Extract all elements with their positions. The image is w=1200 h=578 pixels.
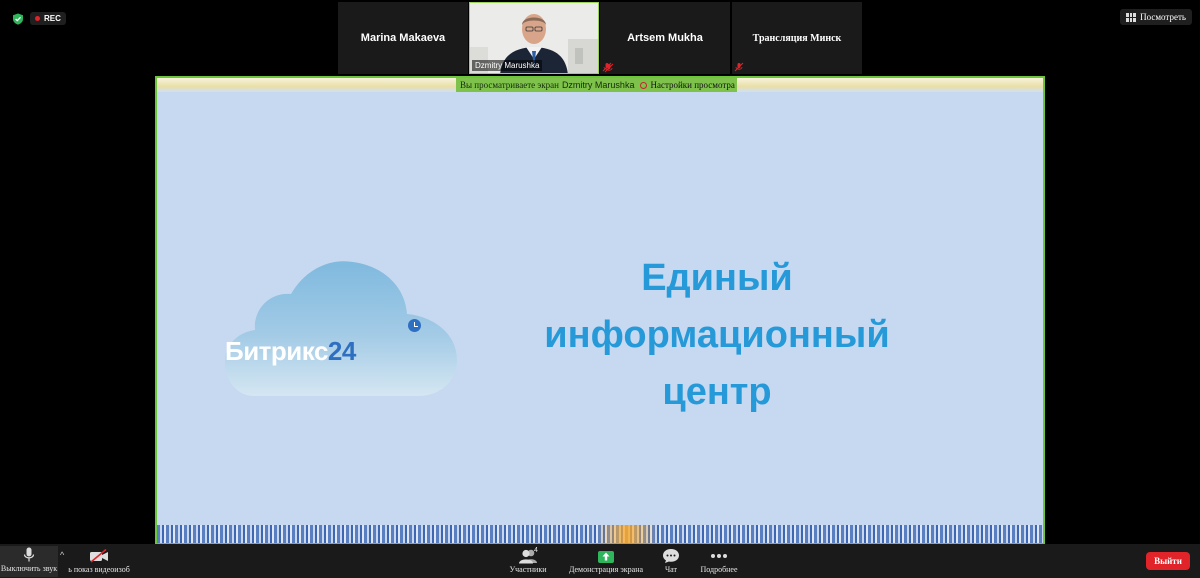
recording-badge[interactable]: REC <box>30 12 66 25</box>
meeting-status: REC <box>12 12 66 25</box>
record-dot-icon <box>35 16 40 21</box>
grid-view-icon <box>1126 12 1137 22</box>
more-button[interactable]: Подробнее <box>698 547 740 574</box>
share-screen-icon <box>598 551 614 563</box>
logo-word: Битрикс <box>225 336 328 366</box>
chat-label: Чат <box>664 565 678 574</box>
view-options-button[interactable]: Настройки просмотра <box>638 78 737 92</box>
bitrix24-logo-text: Битрикс24 <box>225 336 356 367</box>
participant-tile[interactable]: Трансляция Минск <box>732 2 862 74</box>
sharer-name: Dzmitry Marushka <box>561 80 635 90</box>
participant-name: Dzmitry Marushka <box>472 60 543 71</box>
screen-share-banner: Вы просматриваете экран Dzmitry Marushka… <box>456 78 737 92</box>
bitrix24-cloud-logo <box>225 261 457 396</box>
participants-button[interactable]: 4 Участники <box>508 547 548 574</box>
security-shield-icon[interactable] <box>12 13 24 25</box>
audio-options-chevron-icon[interactable]: ^ <box>60 550 64 560</box>
share-screen-button[interactable]: Демонстрация экрана <box>568 547 644 574</box>
view-options-label: Настройки просмотра <box>650 80 735 90</box>
headline-line: Единый <box>641 257 793 299</box>
participant-name: Трансляция Минск <box>752 32 842 44</box>
view-button[interactable]: Посмотреть <box>1120 9 1192 25</box>
participants-count: 4 <box>534 547 538 554</box>
video-off-icon <box>90 549 108 563</box>
participant-tile[interactable]: Marina Makaeva <box>338 2 468 74</box>
muted-mic-icon <box>734 62 744 72</box>
recording-label: REC <box>44 14 61 23</box>
more-dots-icon <box>711 554 727 558</box>
shared-screen: Битрикс24 Единый информационный центр <box>155 76 1045 545</box>
headline-line: центр <box>662 371 772 413</box>
share-label: Демонстрация экрана <box>568 565 644 574</box>
participant-tile[interactable]: Artsem Mukha <box>600 2 730 74</box>
options-icon <box>640 81 648 89</box>
headline-line: информационный <box>544 314 890 356</box>
video-label: ь показ видеоизоб <box>68 565 130 574</box>
chat-button[interactable]: Чат <box>658 547 684 574</box>
mute-label: Выключить звук <box>0 564 58 573</box>
share-status-text: Вы просматриваете экран <box>460 80 559 90</box>
meeting-toolbar: Выключить звук ^ ь показ видеоизоб 4 Уча… <box>0 544 1200 578</box>
participant-video-tile[interactable]: Dzmitry Marushka <box>469 2 599 74</box>
clock-icon <box>408 319 421 332</box>
participant-name: Artsem Mukha <box>627 32 703 44</box>
participant-name: Marina Makaeva <box>360 32 446 44</box>
leave-label: Выйти <box>1154 556 1182 566</box>
participants-label: Участники <box>509 565 547 574</box>
mute-button[interactable]: Выключить звук <box>0 546 58 577</box>
chat-icon <box>663 549 679 563</box>
more-label: Подробнее <box>700 565 738 574</box>
view-button-label: Посмотреть <box>1140 12 1186 22</box>
share-status: Вы просматриваете экран Dzmitry Marushka <box>456 78 639 92</box>
leave-button[interactable]: Выйти <box>1146 552 1190 570</box>
start-video-button[interactable]: ь показ видеоизоб <box>68 547 130 574</box>
muted-mic-icon <box>604 63 614 73</box>
microphone-icon <box>23 547 35 562</box>
slide-footer-strip <box>157 525 1043 543</box>
slide-headline: Единый информационный центр <box>487 250 947 421</box>
logo-number: 24 <box>327 336 356 366</box>
